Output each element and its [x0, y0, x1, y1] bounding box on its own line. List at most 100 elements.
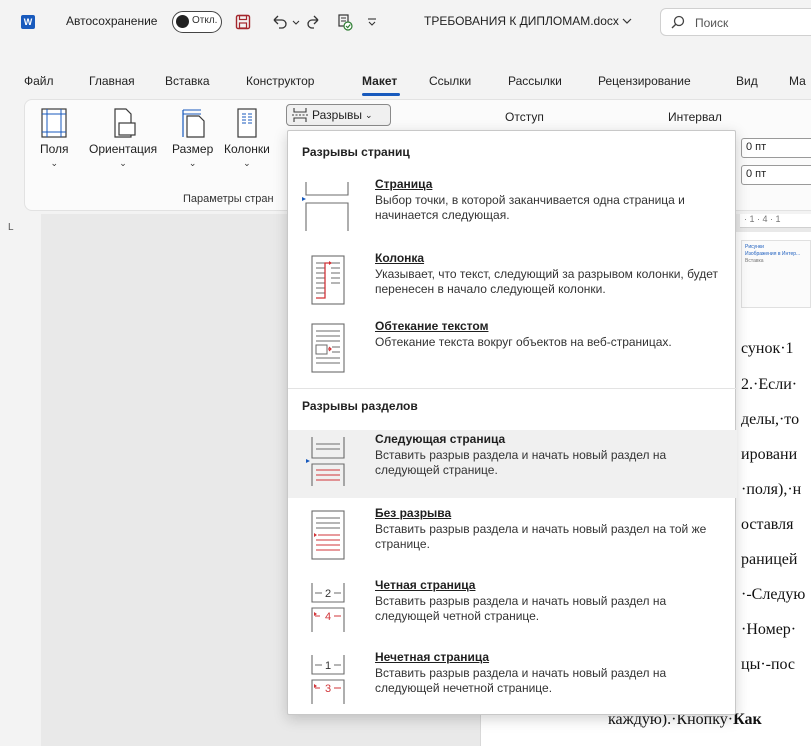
menu-item-odd-page[interactable]: 1 3 Нечетная страница Вставить разрыв ра…: [288, 648, 737, 716]
doc-text-line: оставля: [741, 516, 794, 533]
tab-mailings[interactable]: Рассылки: [508, 74, 562, 88]
menu-item-title: Колонка: [375, 251, 425, 265]
doc-text-line: делы,·то: [741, 411, 800, 428]
next-page-break-icon: [306, 437, 345, 486]
check-document-icon[interactable]: [336, 12, 354, 32]
menu-item-title: Без разрыва: [375, 506, 452, 520]
thumb-line: Вставка: [745, 258, 764, 264]
text-wrapping-icon: [311, 323, 345, 373]
menu-item-desc: Вставить разрыв раздела и начать новый р…: [375, 666, 667, 695]
tab-view[interactable]: Вид: [736, 74, 758, 88]
thumb-line: Рисунки: [745, 244, 764, 250]
size-label: Размер: [172, 142, 214, 156]
spacing-before-input[interactable]: 0 пт: [741, 138, 811, 158]
save-icon[interactable]: [235, 12, 251, 32]
column-break-icon: [311, 255, 345, 305]
tab-layout[interactable]: Макет: [362, 74, 397, 88]
undo-dropdown-icon[interactable]: [292, 12, 300, 32]
breaks-dropdown-menu: Разрывы страниц Страница Выбор точки, в …: [287, 130, 737, 716]
doc-text-line: ировани: [741, 446, 798, 463]
search-input[interactable]: Поиск: [660, 8, 811, 36]
chevron-down-icon: ⌄: [119, 158, 127, 168]
section-breaks-header: Разрывы разделов: [302, 399, 418, 413]
doc-text-line: цы·-пос: [741, 656, 796, 673]
tab-file[interactable]: Файл: [24, 74, 54, 88]
odd-icon-bottom-digit: 3: [325, 683, 331, 695]
menu-item-desc: Обтекание текста вокруг объектов на веб-…: [375, 335, 672, 349]
menu-item-title: Нечетная страница: [375, 650, 490, 664]
page-breaks-header: Разрывы страниц: [302, 145, 410, 159]
horizontal-ruler: · 1 · 4 · 1: [740, 214, 811, 228]
orientation-label: Ориентация: [89, 142, 158, 156]
document-title-text: ТРЕБОВАНИЯ К ДИПЛОМАМ.docx: [424, 14, 619, 28]
autosave-state: Откл.: [192, 15, 218, 26]
embedded-screenshot: Рисунки Изображения в Интер... Вставка: [741, 240, 811, 308]
doc-text-line: сунок·1: [741, 340, 794, 357]
title-bar: W Автосохранение Откл. ТРЕБОВАНИЯ К ДИПЛ…: [0, 0, 811, 44]
chevron-down-icon: ⌄: [243, 158, 251, 168]
doc-text-line: ·-Следую: [741, 586, 806, 603]
size-icon: [182, 109, 205, 138]
chevron-down-icon: [622, 18, 632, 24]
toggle-knob: [176, 15, 189, 28]
even-icon-top-digit: 2: [325, 588, 331, 600]
columns-button[interactable]: Колонки ⌄: [224, 108, 270, 169]
redo-icon[interactable]: [306, 12, 324, 32]
menu-item-title: Страница: [375, 177, 433, 191]
menu-item-column-break[interactable]: Колонка Указывает, что текст, следующий …: [288, 249, 737, 317]
menu-item-desc: Выбор точки, в которой заканчивается одн…: [375, 193, 685, 222]
columns-label: Колонки: [224, 142, 270, 156]
menu-item-continuous[interactable]: Без разрыва Вставить разрыв раздела и на…: [288, 504, 737, 572]
customize-toolbar-icon[interactable]: [366, 12, 378, 32]
menu-separator: [288, 388, 737, 389]
tab-home[interactable]: Главная: [89, 74, 135, 88]
doc-bold-text: Как: [733, 711, 762, 728]
columns-icon: [237, 108, 257, 138]
tab-more[interactable]: Ма: [789, 74, 806, 88]
tab-design[interactable]: Конструктор: [246, 74, 314, 88]
page-break-icon: [302, 182, 349, 231]
thumb-line: Изображения в Интер...: [745, 251, 801, 257]
menu-item-title: Следующая страница: [375, 432, 506, 446]
breaks-label: Разрывы: [312, 108, 362, 122]
even-page-break-icon: 2 4: [311, 583, 345, 632]
spacing-label: Интервал: [668, 110, 722, 124]
menu-item-title: Четная страница: [375, 578, 476, 592]
continuous-break-icon: [311, 510, 345, 560]
search-icon: [671, 15, 685, 32]
doc-text-line: 2.·Если·: [741, 376, 798, 393]
doc-text-line: ·Номер·: [741, 621, 797, 638]
menu-item-even-page[interactable]: 2 4 Четная страница Вставить разрыв разд…: [288, 576, 737, 644]
page-setup-group-label: Параметры стран: [183, 193, 274, 205]
autosave-label: Автосохранение: [66, 14, 158, 28]
menu-item-page-break[interactable]: Страница Выбор точки, в которой заканчив…: [288, 175, 737, 243]
document-title[interactable]: ТРЕБОВАНИЯ К ДИПЛОМАМ.docx: [424, 14, 632, 28]
search-placeholder: Поиск: [695, 16, 729, 30]
doc-text-line: раницей: [741, 551, 798, 568]
tab-review[interactable]: Рецензирование: [598, 74, 691, 88]
active-tab-indicator: [362, 93, 400, 96]
orientation-button[interactable]: Ориентация ⌄: [89, 108, 157, 169]
odd-icon-top-digit: 1: [325, 660, 331, 672]
undo-icon[interactable]: [270, 12, 290, 32]
menu-item-text-wrapping-break[interactable]: Обтекание текстом Обтекание текста вокру…: [288, 317, 737, 385]
tab-selector[interactable]: L: [8, 222, 14, 233]
even-icon-bottom-digit: 4: [325, 611, 331, 623]
chevron-down-icon: ⌄: [364, 109, 373, 120]
chevron-down-icon: ⌄: [188, 158, 197, 168]
margins-label: Поля: [40, 142, 69, 156]
margins-icon: [41, 108, 67, 138]
margins-button[interactable]: Поля ⌄: [40, 108, 69, 169]
spacing-after-input[interactable]: 0 пт: [741, 165, 811, 185]
menu-item-next-page[interactable]: Следующая страница Вставить разрыв разде…: [288, 430, 737, 498]
breaks-button[interactable]: Разрывы ⌄: [286, 104, 391, 126]
word-app-icon: W: [21, 15, 35, 29]
doc-text-line: ·поля),·н: [741, 481, 802, 498]
page-break-icon: [292, 108, 308, 122]
menu-item-title: Обтекание текстом: [375, 319, 489, 333]
tab-insert[interactable]: Вставка: [165, 74, 210, 88]
autosave-toggle[interactable]: Откл.: [172, 11, 222, 33]
menu-item-desc: Вставить разрыв раздела и начать новый р…: [375, 522, 707, 551]
size-button[interactable]: Размер ⌄: [172, 108, 213, 169]
tab-references[interactable]: Ссылки: [429, 74, 471, 88]
